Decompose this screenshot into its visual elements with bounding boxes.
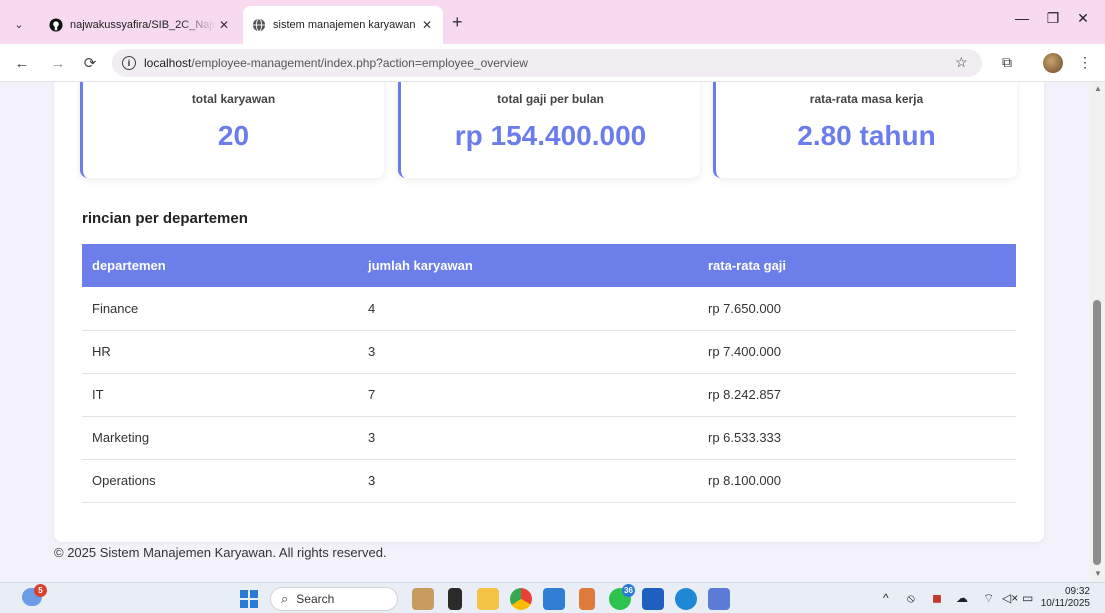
section-title: rincian per departemen <box>82 210 248 227</box>
tab-employee-overview[interactable]: sistem manajemen karyawan ✕ <box>243 6 443 44</box>
cell-department: Operations <box>82 459 358 503</box>
more-menu-icon[interactable]: ⋮ <box>1078 54 1092 71</box>
address-bar[interactable]: i localhost/employee-management/index.ph… <box>112 49 982 77</box>
cell-count: 3 <box>358 416 698 460</box>
url-host: localhost <box>144 56 192 70</box>
tab-title: sistem manajemen karyawan <box>273 19 416 31</box>
table-row: Marketing 3 rp 6.533.333 <box>82 416 1016 460</box>
stat-value: 2.80 tahun <box>797 120 936 151</box>
scrollbar-thumb[interactable] <box>1093 300 1101 565</box>
cell-avg-salary: rp 7.400.000 <box>698 330 1016 374</box>
tab-close-icon[interactable]: ✕ <box>419 18 435 32</box>
clock[interactable]: 09:32 10/11/2025 <box>1040 586 1090 610</box>
github-icon <box>48 17 64 33</box>
cell-count: 4 <box>358 287 698 331</box>
chrome-icon[interactable] <box>510 588 532 610</box>
table-row: Operations 3 rp 8.100.000 <box>82 459 1016 503</box>
extensions-icon[interactable]: ⧉ <box>1002 54 1012 71</box>
page-footer: © 2025 Sistem Manajemen Karyawan. All ri… <box>54 545 387 560</box>
taskbar-search[interactable]: ⌕ Search <box>270 587 398 611</box>
bookmark-star-icon[interactable]: ☆ <box>955 54 968 71</box>
clock-date: 10/11/2025 <box>1040 598 1090 609</box>
cell-avg-salary: rp 7.650.000 <box>698 287 1016 331</box>
cell-avg-salary: rp 8.100.000 <box>698 459 1016 503</box>
stat-value: 20 <box>217 120 250 151</box>
git-app-icon[interactable] <box>579 588 595 610</box>
taskbar: 5 ⌕ Search 36 ^ ⦸ ◼ ☁ ⌔ ◁× ▭ 09:32 10/11… <box>0 582 1105 613</box>
table-header-row: departemen jumlah karyawan rata-rata gaj… <box>82 244 1016 287</box>
edge-icon[interactable] <box>675 588 697 610</box>
stat-title: rata-rata masa kerja <box>809 92 924 106</box>
antivirus-icon[interactable]: ◼ <box>932 591 942 605</box>
back-arrow-icon[interactable]: ← <box>12 53 32 73</box>
restore-icon[interactable]: ❐ <box>1038 10 1068 27</box>
cell-department: Marketing <box>82 416 358 460</box>
speaker-muted-icon[interactable]: ◁× <box>1002 591 1018 605</box>
table-row: IT 7 rp 8.242.857 <box>82 373 1016 417</box>
vscode-icon[interactable] <box>543 588 565 610</box>
stat-title: total gaji per bulan <box>497 92 604 106</box>
stat-card-masa-kerja: rata-rata masa kerja 2.80 tahun <box>713 82 1017 178</box>
clock-time: 09:32 <box>1064 586 1090 597</box>
cell-department: Finance <box>82 287 358 331</box>
cell-avg-salary: rp 6.533.333 <box>698 416 1016 460</box>
cell-department: HR <box>82 330 358 374</box>
php-app-icon[interactable] <box>708 588 730 610</box>
window-close-icon[interactable]: ✕ <box>1068 10 1098 27</box>
search-icon: ⌕ <box>281 591 289 606</box>
department-table: departemen jumlah karyawan rata-rata gaj… <box>82 244 1016 503</box>
sync-off-icon[interactable]: ⦸ <box>907 591 915 606</box>
file-explorer-icon[interactable] <box>477 588 499 610</box>
stat-value: rp 154.400.000 <box>454 120 647 151</box>
content-card: total karyawan 20 total gaji per bulan r… <box>54 82 1044 542</box>
word-app-icon[interactable] <box>642 588 664 610</box>
cell-avg-salary: rp 8.242.857 <box>698 373 1016 417</box>
cell-count: 3 <box>358 330 698 374</box>
table-row: HR 3 rp 7.400.000 <box>82 330 1016 374</box>
tab-strip: ⌄ najwakussyafira/SIB_2C_Najwak ✕ sistem… <box>0 0 1105 44</box>
cell-count: 3 <box>358 459 698 503</box>
new-tab-plus-icon[interactable]: + <box>452 12 463 33</box>
scroll-up-arrow-icon[interactable]: ▲ <box>1094 84 1102 93</box>
table-row: Finance 4 rp 7.650.000 <box>82 287 1016 331</box>
reload-icon[interactable]: ⟳ <box>80 53 100 73</box>
stat-card-total-karyawan: total karyawan 20 <box>80 82 384 178</box>
column-header: departemen <box>82 244 358 287</box>
column-header: jumlah karyawan <box>358 244 698 287</box>
browser-toolbar: ← → ⟳ i localhost/employee-management/in… <box>0 44 1105 82</box>
column-header: rata-rata gaji <box>698 244 1016 287</box>
minimize-icon[interactable]: — <box>1007 10 1037 26</box>
tab-title: najwakussyafira/SIB_2C_Najwak <box>70 19 216 31</box>
tab-search-chevron-icon[interactable]: ⌄ <box>8 13 30 35</box>
url-path: /employee-management/index.php?action=em… <box>191 56 528 70</box>
windows-start-icon[interactable] <box>240 590 258 608</box>
search-placeholder: Search <box>296 592 335 606</box>
battery-icon[interactable]: ▭ <box>1022 591 1033 605</box>
scroll-down-arrow-icon[interactable]: ▼ <box>1094 569 1102 578</box>
cell-count: 7 <box>358 373 698 417</box>
profile-avatar[interactable] <box>1043 53 1063 73</box>
globe-icon <box>251 17 267 33</box>
site-info-icon[interactable]: i <box>122 56 136 70</box>
whatsapp-badge: 36 <box>622 584 635 597</box>
task-view-icon[interactable] <box>448 588 462 610</box>
stat-title: total karyawan <box>191 92 276 106</box>
tab-github[interactable]: najwakussyafira/SIB_2C_Najwak ✕ <box>40 6 240 44</box>
tray-chevron-icon[interactable]: ^ <box>883 591 889 605</box>
cell-department: IT <box>82 373 358 417</box>
cloud-icon[interactable]: ☁ <box>956 591 968 605</box>
weather-badge: 5 <box>34 584 47 597</box>
wifi-icon[interactable]: ⌔ <box>983 591 994 606</box>
page-viewport: total karyawan 20 total gaji per bulan r… <box>0 82 1090 582</box>
widgets-app-icon[interactable] <box>412 588 434 610</box>
tab-close-icon[interactable]: ✕ <box>216 18 232 32</box>
forward-arrow-icon[interactable]: → <box>48 53 68 73</box>
stat-card-total-gaji: total gaji per bulan rp 154.400.000 <box>398 82 700 178</box>
